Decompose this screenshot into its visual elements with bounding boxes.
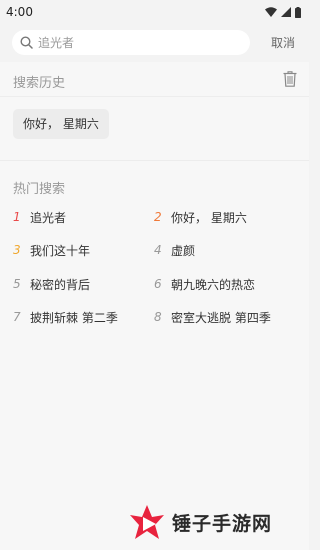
hot-search-rank: 6 [154,277,162,291]
cellular-signal-icon [281,7,291,17]
hot-search-rank: 4 [154,243,162,257]
hot-search-item[interactable]: 6 朝九晚六的热恋 [154,274,255,294]
search-icon [20,36,33,49]
hot-search-item[interactable]: 2 你好， 星期六 [154,207,247,227]
search-box[interactable] [12,30,250,55]
hot-search-label: 披荆斩棘 第二季 [30,310,118,325]
battery-icon [295,6,301,18]
search-bar: 取消 [0,26,309,60]
status-icons [265,6,301,18]
status-time: 4:00 [6,5,33,19]
watermark-text: 锤子手游网 [172,512,273,535]
hot-search-rank: 1 [13,210,21,224]
search-history-list: 你好， 星期六 [0,96,309,160]
hot-search-rank: 2 [154,210,162,224]
hot-search-rank: 8 [154,310,162,324]
wifi-icon [265,7,277,17]
search-input[interactable] [38,35,238,50]
watermark-logo: 锤子手游网 [128,502,272,542]
hot-search-section: 热门搜索 1 追光者 2 你好， 星期六 3 我们这十年 4 虚颜 5 秘密的背… [0,160,309,550]
hot-search-label: 朝九晚六的热恋 [171,277,256,292]
hot-search-rank: 5 [13,277,21,291]
hot-search-item[interactable]: 5 秘密的背后 [13,274,90,294]
hot-search-label: 密室大逃脱 第四季 [171,310,271,325]
cancel-button[interactable]: 取消 [271,34,295,51]
hot-search-item[interactable]: 7 披荆斩棘 第二季 [13,307,118,327]
history-chip[interactable]: 你好， 星期六 [13,109,109,139]
hot-search-item[interactable]: 1 追光者 [13,207,66,227]
hot-search-item[interactable]: 8 密室大逃脱 第四季 [154,307,271,327]
hot-search-label: 秘密的背后 [30,277,91,292]
trash-icon[interactable] [283,71,297,87]
search-history-title: 搜索历史 [13,76,66,91]
hot-search-label: 虚颜 [171,243,196,258]
status-bar: 4:00 [0,0,309,24]
hot-search-rank: 3 [13,243,21,257]
hot-search-title: 热门搜索 [13,182,66,197]
hot-search-label: 我们这十年 [30,243,91,258]
hot-search-label: 追光者 [30,210,67,225]
hot-search-item[interactable]: 4 虚颜 [154,240,195,260]
search-history-header: 搜索历史 [0,62,309,96]
logo-star-icon [130,505,164,539]
hot-search-rank: 7 [13,310,21,324]
hot-search-label: 你好， 星期六 [171,210,247,225]
hot-search-item[interactable]: 3 我们这十年 [13,240,90,260]
